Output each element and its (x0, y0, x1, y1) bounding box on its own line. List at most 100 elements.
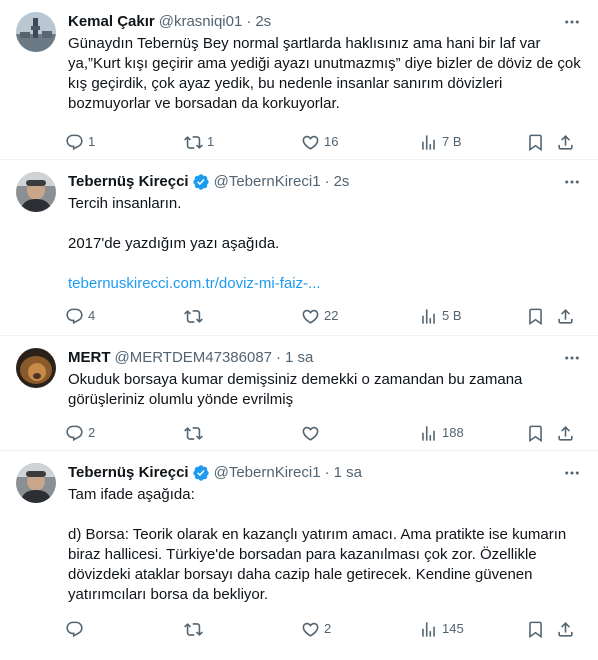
tweet-header: MERT @MERTDEM47386087 · 1 sa (68, 348, 582, 368)
person-avatar-icon[interactable] (16, 172, 56, 212)
share-button[interactable] (556, 619, 576, 639)
views-count: 145 (442, 621, 464, 636)
tweet-actions: 4 22 5 B (65, 306, 582, 326)
retweet-button[interactable] (184, 306, 301, 326)
display-name[interactable]: MERT (68, 348, 111, 368)
heart-icon (301, 133, 320, 152)
separator-dot: · (324, 464, 330, 481)
retweet-icon (184, 133, 203, 152)
timestamp[interactable]: 1 sa (334, 463, 362, 483)
text-line: Tercih insanların. (68, 195, 182, 212)
bookmark-button[interactable] (526, 132, 556, 152)
views-button[interactable]: 7 B (419, 132, 526, 152)
heart-icon (301, 307, 320, 326)
display-name[interactable]: Kemal Çakır (68, 12, 155, 32)
lion-avatar-icon[interactable] (16, 348, 56, 388)
more-options-icon[interactable] (562, 13, 582, 31)
bookmark-button[interactable] (526, 306, 556, 326)
like-button[interactable]: 2 (301, 619, 419, 639)
analytics-icon (419, 620, 438, 639)
reply-count: 1 (88, 134, 96, 149)
separator-dot: · (324, 173, 330, 190)
article-link[interactable]: tebernuskirecci.com.tr/doviz-mi-faiz-... (68, 275, 321, 292)
like-count: 2 (324, 621, 332, 636)
reply-count: 2 (88, 425, 96, 440)
heart-icon (301, 424, 320, 443)
verified-badge-icon (192, 173, 210, 191)
share-button[interactable] (556, 423, 576, 443)
display-name[interactable]: Tebernüş Kireçci (68, 172, 189, 192)
views-button[interactable]: 5 B (419, 306, 526, 326)
views-count: 5 B (442, 308, 462, 323)
more-options-icon[interactable] (562, 464, 582, 482)
verified-badge-icon (192, 464, 210, 482)
views-count: 188 (442, 425, 464, 440)
retweet-button[interactable] (184, 423, 301, 443)
reply-icon (65, 424, 84, 443)
tweet[interactable]: Tebernüş Kireçci @TebernKireci1 · 1 sa T… (0, 451, 598, 660)
user-handle[interactable]: @krasniqi01 (159, 12, 243, 32)
reply-icon (65, 307, 84, 326)
like-button[interactable] (301, 423, 419, 443)
more-options-icon[interactable] (562, 349, 582, 367)
views-button[interactable]: 188 (419, 423, 526, 443)
reply-button[interactable] (65, 619, 184, 639)
views-button[interactable]: 145 (419, 619, 526, 639)
bookmark-icon (526, 133, 545, 152)
share-icon (556, 307, 575, 326)
share-icon (556, 620, 575, 639)
tweet-header: Tebernüş Kireçci @TebernKireci1 · 1 sa (68, 463, 582, 483)
user-handle[interactable]: @TebernKireci1 (214, 172, 321, 192)
separator-dot: · (276, 349, 282, 366)
tweet-text: Okuduk borsaya kumar demişsiniz demekki … (68, 371, 527, 408)
tweet[interactable]: Kemal Çakır @krasniqi01 · 2s Günaydın Te… (0, 0, 598, 160)
bookmark-icon (526, 424, 545, 443)
person-avatar-icon[interactable] (16, 463, 56, 503)
like-button[interactable]: 16 (301, 132, 419, 152)
share-icon (556, 133, 575, 152)
bookmark-button[interactable] (526, 423, 556, 443)
tweet[interactable]: MERT @MERTDEM47386087 · 1 sa Okuduk bors… (0, 336, 598, 451)
reply-icon (65, 620, 84, 639)
reply-button[interactable]: 2 (65, 423, 184, 443)
landscape-avatar-icon[interactable] (16, 12, 56, 52)
like-count: 16 (324, 134, 339, 149)
bookmark-icon (526, 620, 545, 639)
reply-icon (65, 133, 84, 152)
analytics-icon (419, 133, 438, 152)
share-icon (556, 424, 575, 443)
retweet-button[interactable]: 1 (184, 132, 301, 152)
share-button[interactable] (556, 132, 576, 152)
tweet-header: Kemal Çakır @krasniqi01 · 2s (68, 12, 582, 32)
bookmark-button[interactable] (526, 619, 556, 639)
display-name[interactable]: Tebernüş Kireçci (68, 463, 189, 483)
reply-count: 4 (88, 308, 96, 323)
share-button[interactable] (556, 306, 576, 326)
user-handle[interactable]: @MERTDEM47386087 (115, 348, 273, 368)
bookmark-icon (526, 307, 545, 326)
tweet-actions: 2 145 (65, 619, 582, 639)
views-count: 7 B (442, 134, 462, 149)
tweet[interactable]: Tebernüş Kireçci @TebernKireci1 · 2s Ter… (0, 160, 598, 336)
retweet-icon (184, 307, 203, 326)
tweet-text: Tam ifade aşağıda: d) Borsa: Teorik olar… (68, 486, 567, 603)
retweet-button[interactable] (184, 619, 301, 639)
more-options-icon[interactable] (562, 173, 582, 191)
reply-button[interactable]: 4 (65, 306, 184, 326)
tweet-header: Tebernüş Kireçci @TebernKireci1 · 2s (68, 172, 582, 192)
reply-button[interactable]: 1 (65, 132, 184, 152)
tweet-actions: 2 188 (65, 423, 582, 443)
retweet-icon (184, 620, 203, 639)
timestamp[interactable]: 1 sa (285, 348, 313, 368)
retweet-count: 1 (207, 134, 215, 149)
timestamp[interactable]: 2s (334, 172, 350, 192)
analytics-icon (419, 307, 438, 326)
tweet-text: Tercih insanların. 2017'de yazdığım yazı … (68, 194, 582, 294)
like-button[interactable]: 22 (301, 306, 419, 326)
heart-icon (301, 620, 320, 639)
separator-dot: · (246, 13, 252, 30)
analytics-icon (419, 424, 438, 443)
user-handle[interactable]: @TebernKireci1 (214, 463, 321, 483)
timestamp[interactable]: 2s (255, 12, 271, 32)
text-line: 2017'de yazdığım yazı aşağıda. (68, 235, 280, 252)
